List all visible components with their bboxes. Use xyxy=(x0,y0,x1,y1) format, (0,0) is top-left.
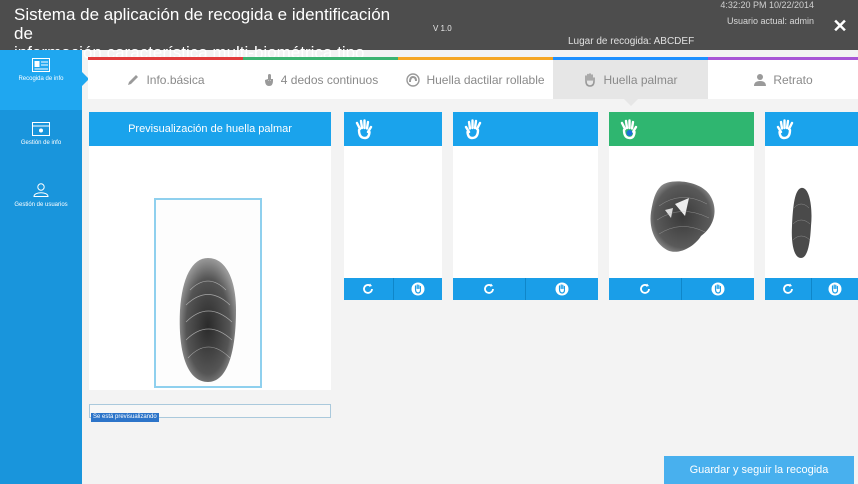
card-icon xyxy=(32,122,50,136)
capture-card-2[interactable] xyxy=(453,112,598,300)
tab-label: Retrato xyxy=(773,72,813,87)
sidebar-item-recogida[interactable]: Recogida de info xyxy=(0,50,89,110)
refresh-icon xyxy=(484,283,494,294)
recapture-button[interactable] xyxy=(765,278,811,300)
sidebar-item-label: Recogida de info xyxy=(18,76,64,82)
version-label: V 1.0 xyxy=(433,24,452,33)
roll-icon xyxy=(406,72,421,87)
sidebar: Recogida de info Gestión de info Gestión… xyxy=(0,50,89,484)
refresh-icon xyxy=(363,283,374,294)
close-icon: ✕ xyxy=(832,16,848,36)
recapture-button[interactable] xyxy=(453,278,525,300)
capture-card-4[interactable] xyxy=(765,112,858,300)
tab-info-basica[interactable]: Info.básica xyxy=(88,57,243,99)
tab-label: 4 dedos continuos xyxy=(280,72,379,87)
tab-huella-rollable[interactable]: Huella dactilar rollable xyxy=(398,57,553,99)
card-header xyxy=(344,112,442,146)
hand-icon xyxy=(355,119,373,140)
card-footer xyxy=(609,278,754,300)
card-header xyxy=(609,112,754,146)
app-title-line-1: Sistema de aplicación de recogida e iden… xyxy=(14,5,391,43)
close-button[interactable]: ✕ xyxy=(828,14,852,38)
hand-select-button[interactable] xyxy=(392,278,443,300)
tab-4-dedos[interactable]: 4 dedos continuos xyxy=(243,57,398,99)
fingerprint-preview-image xyxy=(179,258,236,382)
finger-icon xyxy=(264,73,273,86)
current-user-label: Usuario actual: admin xyxy=(726,16,814,26)
hand-icon xyxy=(620,119,638,140)
hand-select-button[interactable] xyxy=(681,278,754,300)
sidebar-item-label: Gestión de usuarios xyxy=(14,202,68,208)
capture-frame xyxy=(154,198,262,388)
user-icon xyxy=(33,183,49,197)
pencil-icon xyxy=(128,74,139,85)
tab-label: Info.básica xyxy=(146,72,205,87)
card-image-area xyxy=(609,146,754,278)
hand-circle-icon xyxy=(411,282,425,296)
datetime-label: 4:32:20 PM 10/22/2014 xyxy=(720,0,814,10)
refresh-icon xyxy=(783,283,793,294)
hand-select-button[interactable] xyxy=(811,278,858,300)
card-footer xyxy=(453,278,598,300)
capture-card-1[interactable] xyxy=(344,112,442,300)
tab-label: Huella palmar xyxy=(603,72,678,87)
palmprint-image xyxy=(650,181,715,252)
card-footer xyxy=(765,278,858,300)
tab-bar: Info.básica 4 dedos continuos Huella dac… xyxy=(88,57,858,106)
sidebar-item-gestion-usuarios[interactable]: Gestión de usuarios xyxy=(0,174,82,234)
card-footer xyxy=(344,278,442,300)
card-header xyxy=(765,112,858,146)
hand-icon xyxy=(585,72,596,87)
card-image-area xyxy=(765,146,858,278)
hand-circle-icon xyxy=(711,282,725,296)
refresh-icon xyxy=(640,283,650,294)
sidebar-item-label: Gestión de info xyxy=(20,140,62,146)
tab-retrato[interactable]: Retrato xyxy=(708,57,858,99)
active-tab-caret xyxy=(623,99,638,106)
card-image-area xyxy=(344,146,442,278)
tab-label: Huella dactilar rollable xyxy=(426,72,545,87)
id-card-icon xyxy=(32,58,50,72)
hand-circle-icon xyxy=(555,282,569,296)
location-label: Lugar de recogida: ABCDEF xyxy=(568,36,695,47)
status-text: Se está previsualizando xyxy=(91,413,159,422)
person-icon xyxy=(754,73,767,86)
sidebar-item-gestion-info[interactable]: Gestión de info xyxy=(0,114,82,174)
capture-card-3[interactable] xyxy=(609,112,754,300)
hand-select-button[interactable] xyxy=(525,278,598,300)
tab-huella-palmar[interactable]: Huella palmar xyxy=(553,57,708,106)
status-field: Se está previsualizando xyxy=(89,404,331,422)
card-image-area xyxy=(453,146,598,278)
fingerprint-image xyxy=(791,187,812,258)
hand-circle-icon xyxy=(828,282,842,296)
preview-title: Previsualización de huella palmar xyxy=(89,112,331,146)
hand-icon xyxy=(464,119,482,140)
title-bar: Sistema de aplicación de recogida e iden… xyxy=(0,0,858,81)
palm-preview-panel: Previsualización de huella palmar xyxy=(89,112,331,390)
hand-icon xyxy=(776,119,794,140)
app-window: Sistema de aplicación de recogida e iden… xyxy=(0,0,858,484)
card-header xyxy=(453,112,598,146)
recapture-button[interactable] xyxy=(344,278,393,300)
recapture-button[interactable] xyxy=(609,278,681,300)
save-continue-button[interactable]: Guardar y seguir la recogida xyxy=(664,456,854,484)
